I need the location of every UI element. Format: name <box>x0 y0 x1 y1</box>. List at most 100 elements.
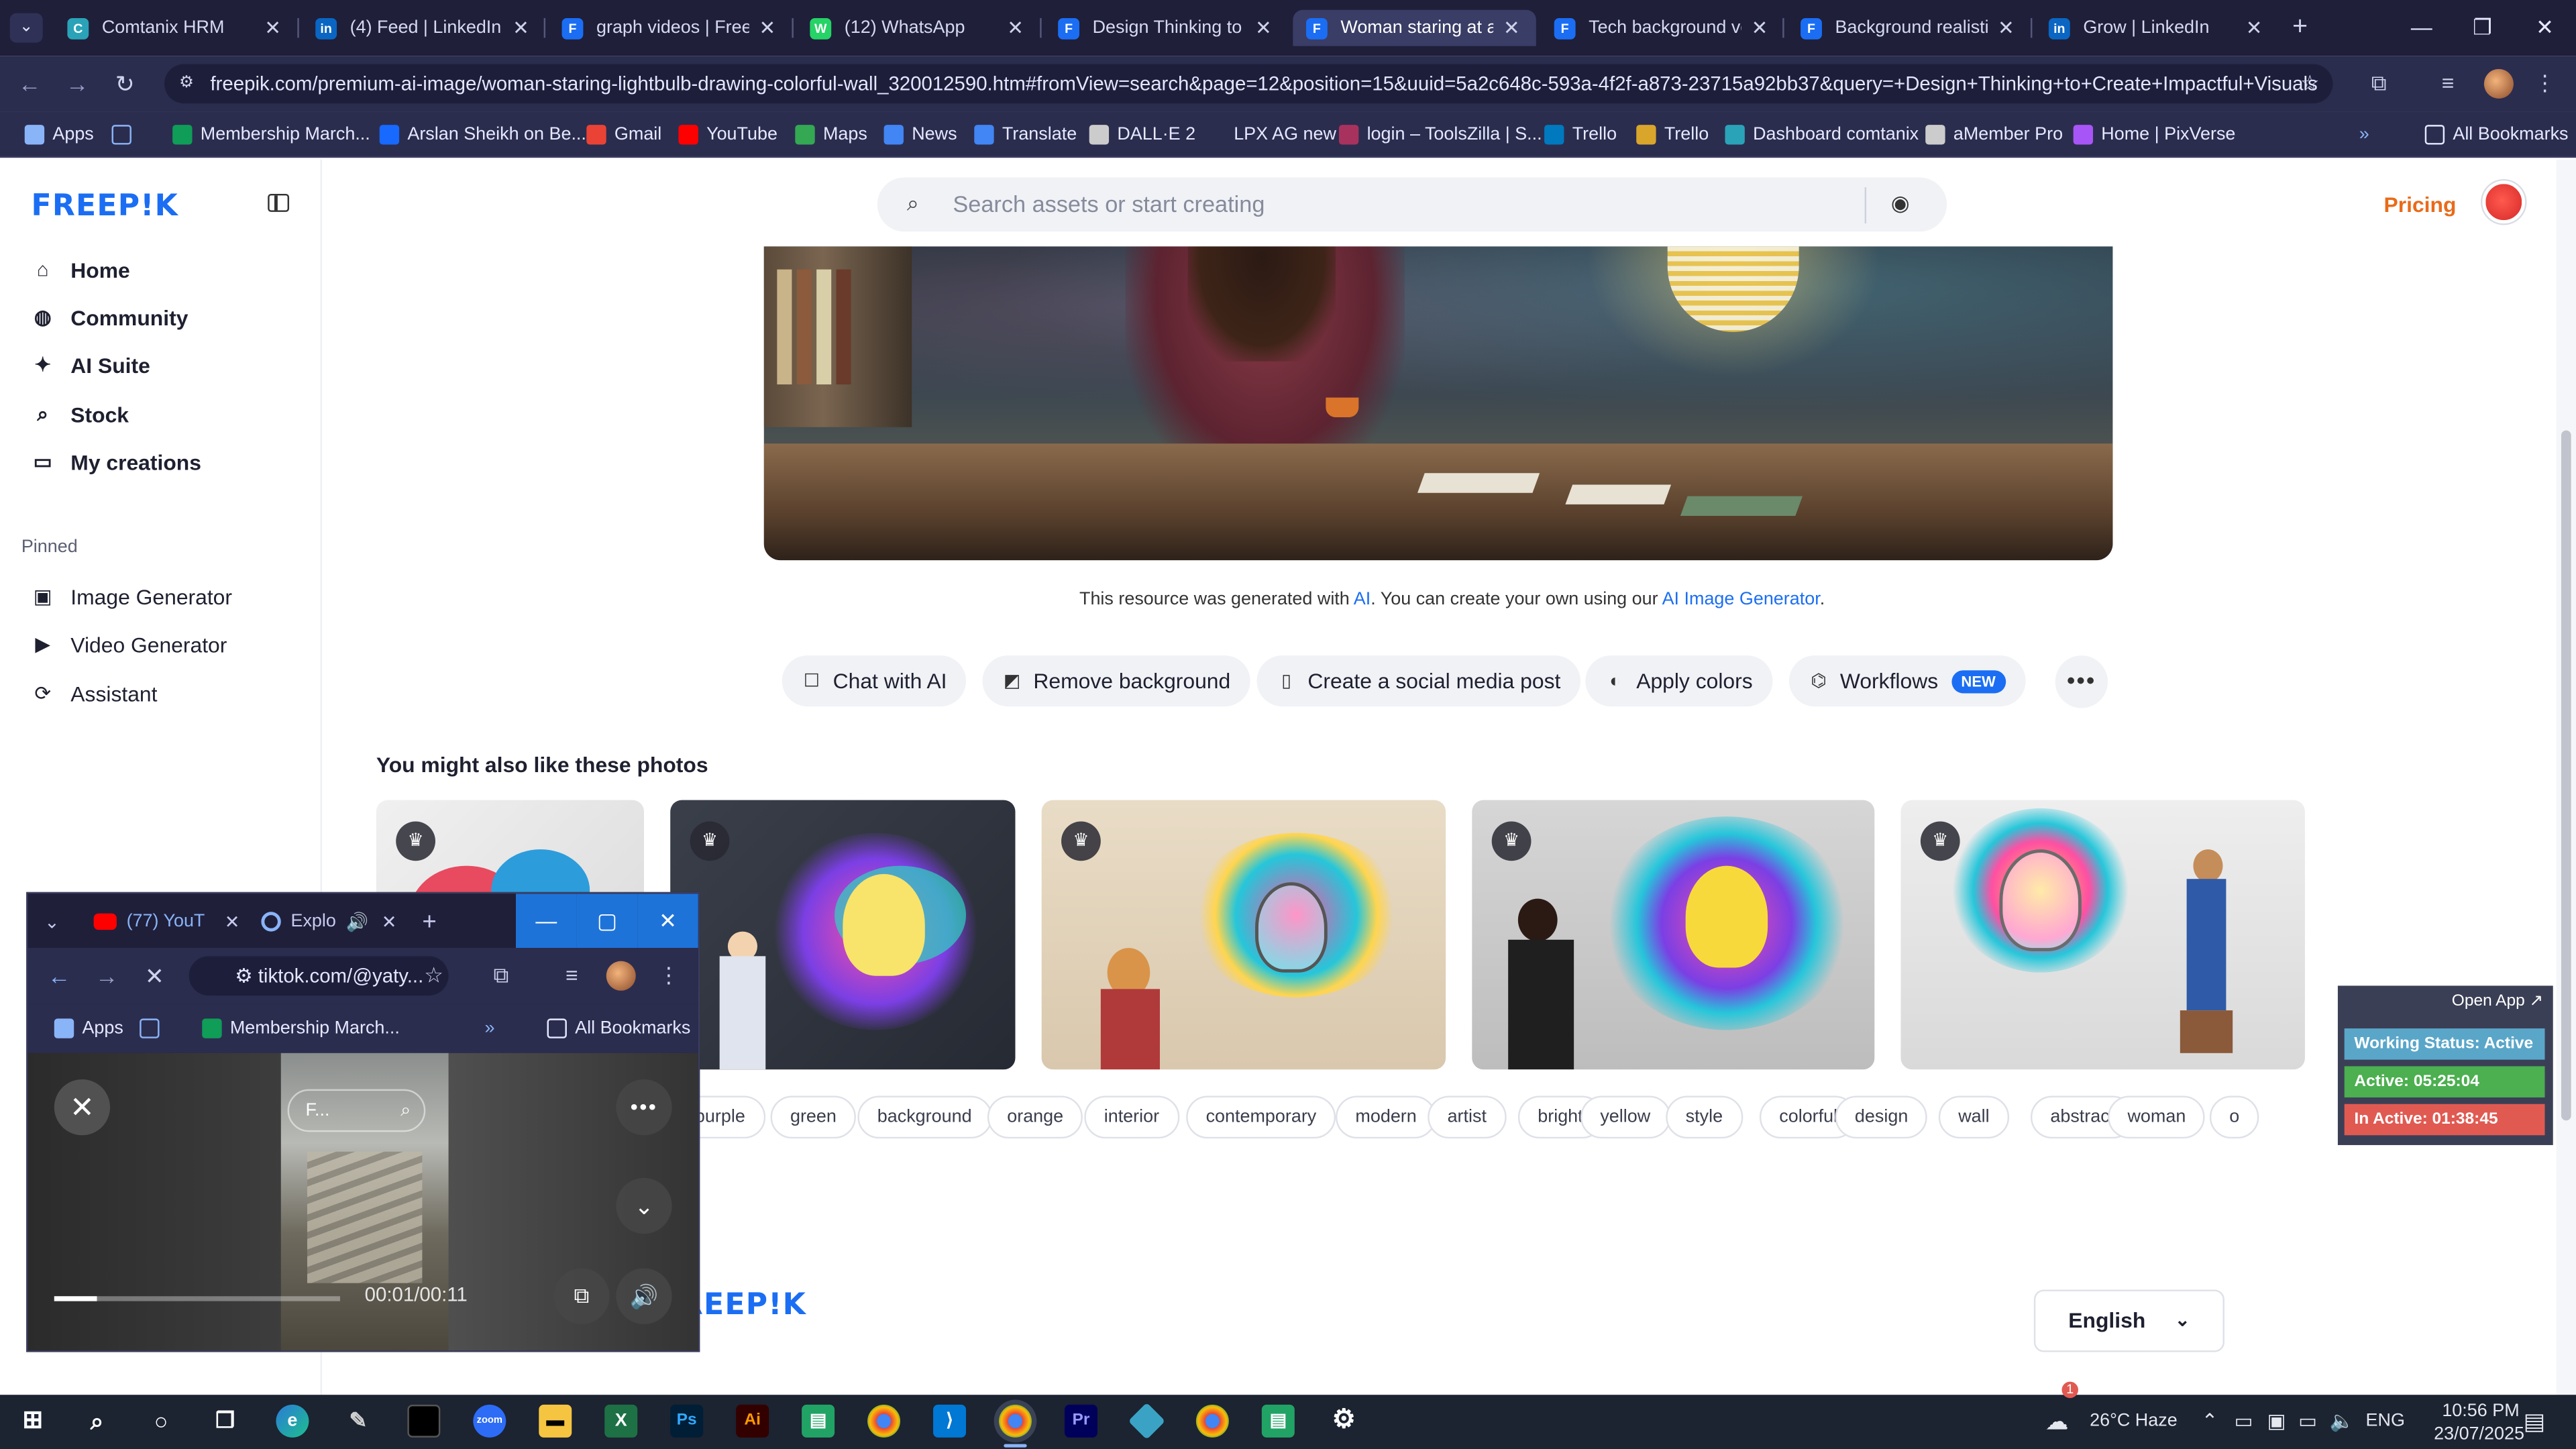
extensions-icon[interactable]: ⧉ <box>2366 70 2392 97</box>
windows-start-icon[interactable]: ⊞ <box>16 1405 49 1438</box>
mini-tab-tiktok[interactable]: Explo 🔊 ✕ <box>252 904 432 940</box>
bookmark-item[interactable]: login – ToolsZilla | S... <box>1338 121 1542 148</box>
volume-icon[interactable]: 🔊 <box>616 1268 672 1324</box>
mini-back-button[interactable]: ← <box>44 961 74 991</box>
workflows-button[interactable]: ⌬ Workflows NEW <box>1788 655 2025 707</box>
tag-chip[interactable]: green <box>770 1095 857 1139</box>
bookmark-item[interactable] <box>111 121 140 148</box>
language-select[interactable]: English ⌄ <box>2033 1289 2224 1352</box>
network-icon[interactable]: ▭ <box>2298 1395 2317 1449</box>
tag-chip[interactable]: o <box>2209 1095 2259 1139</box>
mini-all-bookmarks[interactable]: All Bookmarks <box>547 1015 690 1041</box>
bookmark-item[interactable]: Dashboard comtanix <box>1725 121 1919 148</box>
more-options-icon[interactable]: ••• <box>616 1079 672 1136</box>
bookmark-item[interactable]: Trello <box>1636 121 1709 148</box>
minimize-button[interactable]: — <box>2390 0 2453 56</box>
terminal-icon[interactable] <box>407 1404 441 1438</box>
create-a-social-media-post-button[interactable]: ▯ Create a social media post <box>1256 655 1580 707</box>
bookmark-item[interactable]: Apps <box>24 121 94 148</box>
chrome-icon[interactable] <box>867 1404 901 1438</box>
mini-tab-search-button[interactable]: ⌄ <box>34 904 70 940</box>
weather-text[interactable]: 26°C Haze <box>2090 1395 2178 1449</box>
bookmark-item[interactable]: LPX AG new <box>1206 121 1336 148</box>
edge-icon[interactable]: e <box>276 1404 309 1438</box>
mini-profile-avatar[interactable] <box>606 961 636 991</box>
related-photo-3[interactable]: ♛ <box>1041 800 1446 1070</box>
bookmark-item[interactable]: News <box>883 121 957 148</box>
chat-with-ai-button[interactable]: ☐ Chat with AI <box>782 655 967 707</box>
browser-tab[interactable]: Fgraph videos | Freepi ✕ <box>549 10 792 46</box>
premiere-icon[interactable]: Pr <box>1064 1404 1097 1438</box>
close-icon[interactable]: ✕ <box>1998 16 2017 39</box>
close-icon[interactable]: ✕ <box>225 911 240 932</box>
tray-chevron-icon[interactable]: ⌃ <box>2202 1395 2218 1449</box>
restore-button[interactable]: ❐ <box>2451 0 2514 56</box>
sidebar-collapse-icon[interactable] <box>268 193 290 212</box>
browser-tab[interactable]: F Tech background vec ✕ <box>1541 10 1784 46</box>
photoshop-icon[interactable]: Ps <box>670 1404 704 1438</box>
mini-forward-button[interactable]: → <box>92 961 121 991</box>
camera-search-icon[interactable]: ◉ <box>1891 191 1917 217</box>
bookmark-star-icon[interactable]: ☆ <box>2297 70 2323 97</box>
more-options-button[interactable]: ••• <box>2055 655 2108 708</box>
mini-browser-window[interactable]: ⌄ (77) YouT ✕ Explo 🔊 ✕ + — ▢ ✕ ← → ✕ ⚙ <box>26 892 700 1352</box>
bookmark-item[interactable]: Membership March... <box>172 121 370 148</box>
close-icon[interactable]: ✕ <box>513 16 532 39</box>
close-icon[interactable]: ✕ <box>1007 16 1026 39</box>
tab-search-button[interactable]: ⌄ <box>9 13 43 43</box>
meet-icon[interactable]: ▭ <box>2235 1395 2253 1449</box>
ai-image-generator-link[interactable]: AI Image Generator <box>1662 590 1820 609</box>
video-search-overlay[interactable]: F... ⌕ <box>287 1089 426 1132</box>
tag-chip[interactable]: artist <box>1428 1095 1507 1139</box>
apply-colors-button[interactable]: ◐ Apply colors <box>1585 655 1773 707</box>
hero-image[interactable] <box>763 246 2113 561</box>
close-icon[interactable]: ✕ <box>382 911 397 932</box>
browser-tab[interactable]: in Grow | LinkedIn ✕ <box>2035 10 2278 46</box>
bookmark-item[interactable]: Trello <box>1544 121 1617 148</box>
tag-chip[interactable]: orange <box>987 1095 1083 1139</box>
browser-tab[interactable]: in (4) Feed | LinkedIn ✕ <box>303 10 545 46</box>
settings-gear-icon[interactable]: ⚙ <box>1328 1405 1360 1438</box>
cortana-icon[interactable]: ○ <box>145 1405 178 1438</box>
freepik-logo[interactable]: FREEP!K <box>32 189 178 223</box>
sidebar-item-my-creations[interactable]: ▭ My creations <box>32 445 201 478</box>
all-bookmarks-folder[interactable]: All Bookmarks <box>2424 121 2569 148</box>
mini-browser-menu-icon[interactable]: ⋮ <box>655 963 682 989</box>
site-info-icon[interactable]: ⚙ <box>235 965 252 987</box>
bookmark-item[interactable]: Gmail <box>586 121 661 148</box>
tiktok-video-player[interactable]: F... ⌕ ✕ ••• ⌄ 00:01/00:11 ⧉ 🔊 <box>28 1053 698 1351</box>
input-language[interactable]: ENG <box>2366 1395 2405 1449</box>
site-info-icon[interactable]: ⚙ <box>179 74 199 93</box>
scrollbar-thumb[interactable] <box>2561 430 2571 1121</box>
page-scrollbar[interactable] <box>2556 159 2576 1395</box>
bookmark-item[interactable]: YouTube <box>678 121 777 148</box>
sidebar-item-community[interactable]: ◍ Community <box>32 301 189 333</box>
bookmark-item[interactable]: Translate <box>974 121 1077 148</box>
sheets-app-icon[interactable]: ▤ <box>802 1404 835 1438</box>
mini-tab-youtube[interactable]: (77) YouT ✕ <box>84 904 264 940</box>
tag-chip[interactable]: yellow <box>1580 1095 1670 1139</box>
weather-icon[interactable]: ☁ <box>2045 1395 2068 1449</box>
back-button[interactable]: ← <box>15 69 44 99</box>
media-controls-icon[interactable]: ≡ <box>2434 70 2461 97</box>
video-progress-bar[interactable] <box>54 1296 340 1301</box>
zoom-icon[interactable]: zoom <box>473 1404 506 1438</box>
close-icon[interactable]: ✕ <box>1255 16 1275 39</box>
pinned-item-assistant[interactable]: ⟳ Assistant <box>32 677 158 710</box>
browser-tab[interactable]: F Background realistic ✕ <box>1788 10 2031 46</box>
notifications-icon[interactable]: ▤ <box>2524 1395 2545 1449</box>
mini-address-bar[interactable]: ⚙ tiktok.com/@yaty... <box>189 956 449 996</box>
forward-button[interactable]: → <box>62 69 92 99</box>
profile-avatar[interactable] <box>2483 68 2514 99</box>
browser-tab[interactable]: C Comtanix HRM ✕ <box>54 10 297 46</box>
browser-menu-icon[interactable]: ⋮ <box>2532 70 2558 97</box>
tag-chip[interactable]: design <box>1835 1095 1928 1139</box>
browser-tab[interactable]: W (12) WhatsApp ✕ <box>797 10 1040 46</box>
related-photo-5[interactable]: ♛ <box>1900 800 2305 1070</box>
search-bar[interactable]: ⌕ Search assets or start creating ◉ <box>877 177 1947 232</box>
file-explorer-icon[interactable]: ▬ <box>539 1404 572 1438</box>
mini-bookmark-membership[interactable]: Membership March... <box>202 1015 400 1041</box>
bookmark-item[interactable]: Home | PixVerse <box>2073 121 2235 148</box>
open-app-link[interactable]: Open App ↗ <box>2452 992 2543 1010</box>
browser-tab[interactable]: F Design Thinking to C ✕ <box>1045 10 1288 46</box>
